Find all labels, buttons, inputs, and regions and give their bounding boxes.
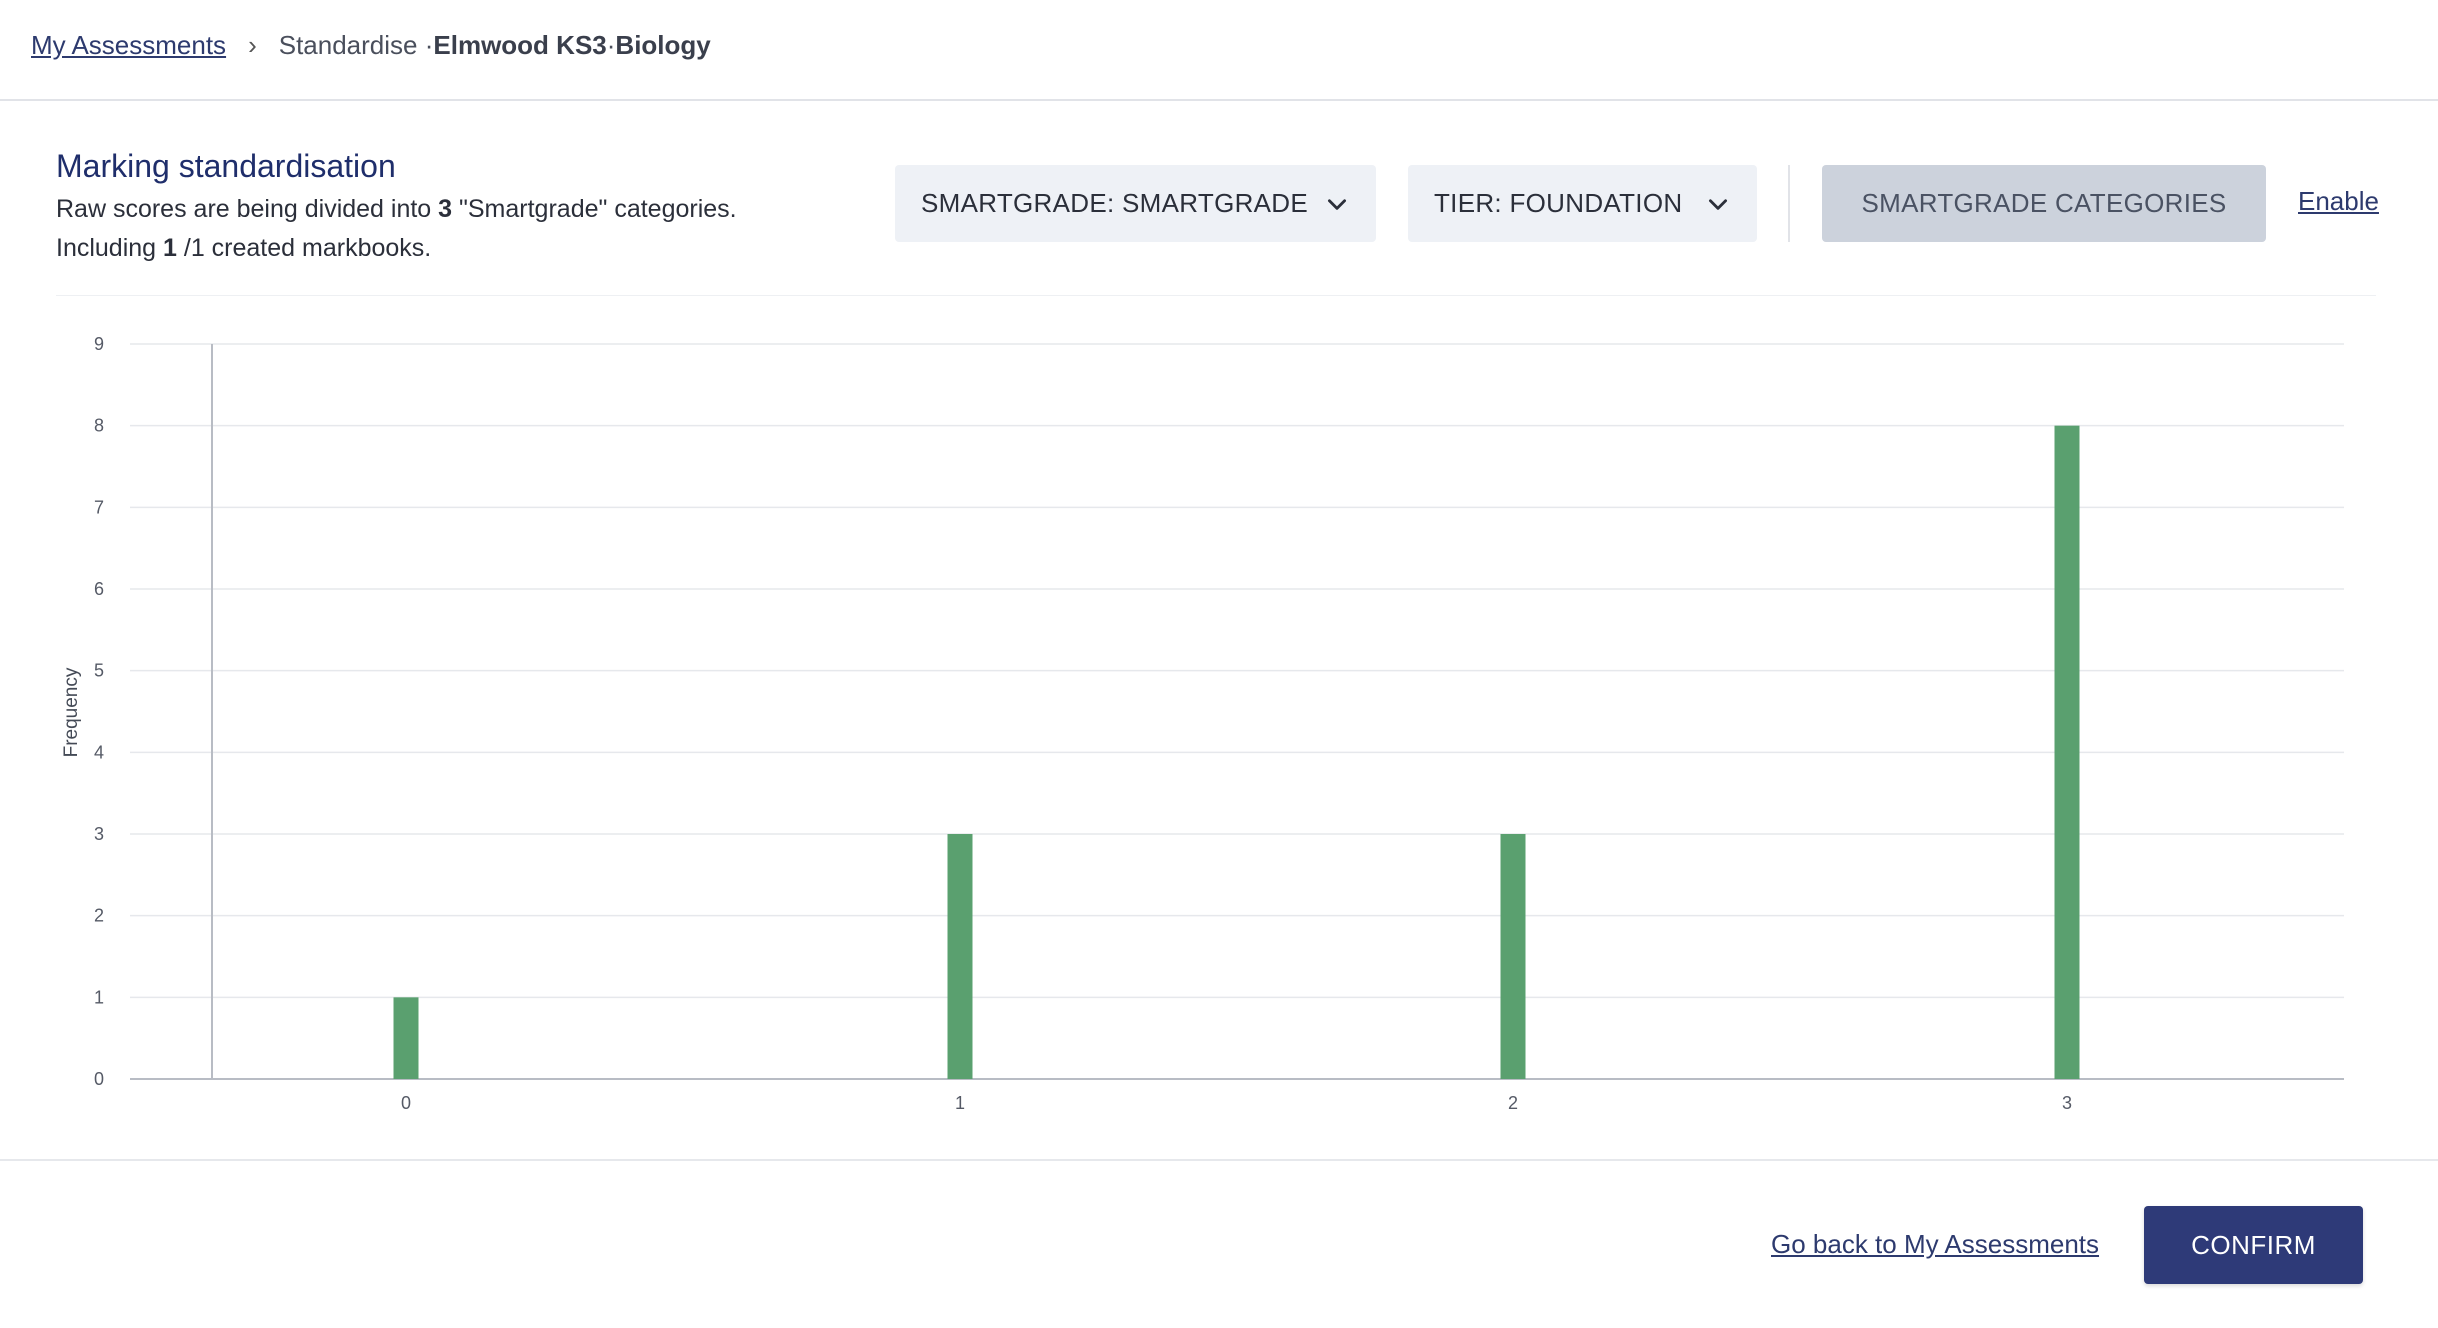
enable-link[interactable]: Enable	[2298, 186, 2379, 217]
top-bar: My Assessments › Standardise · Elmwood K…	[0, 0, 2438, 101]
breadcrumb-subject: Biology	[615, 30, 711, 60]
description-line-1: Raw scores are being divided into 3 "Sma…	[56, 190, 737, 229]
y-tick-label: 4	[94, 742, 104, 762]
tier-dropdown-label: TIER: FOUNDATION	[1434, 188, 1683, 218]
y-tick-label: 0	[94, 1069, 104, 1089]
y-tick-label: 8	[94, 416, 104, 436]
go-back-link[interactable]: Go back to My Assessments	[1771, 1229, 2099, 1260]
confirm-button[interactable]: CONFIRM	[2144, 1206, 2363, 1284]
bar-3	[2054, 425, 2080, 1080]
bar-1	[947, 834, 973, 1079]
smartgrade-dropdown[interactable]: SMARTGRADE: SMARTGRADE	[895, 165, 1376, 242]
y-tick-label: 1	[94, 987, 104, 1007]
y-tick-label: 3	[94, 824, 104, 844]
breadcrumb: My Assessments › Standardise · Elmwood K…	[31, 28, 711, 62]
x-tick-label: 3	[2062, 1093, 2072, 1113]
y-tick-label: 7	[94, 497, 104, 517]
my-assessments-link[interactable]: My Assessments	[31, 28, 226, 62]
description-text: /1 created markbooks.	[176, 234, 432, 262]
x-tick-label: 0	[401, 1093, 411, 1113]
divider	[56, 295, 2376, 296]
divider	[1788, 165, 1790, 242]
y-tick-label: 2	[94, 906, 104, 926]
description-text: "Smartgrade" categories.	[452, 195, 737, 223]
category-count: 3	[438, 195, 453, 223]
markbook-count: 1	[163, 234, 177, 262]
y-axis-title: Frequency	[61, 667, 82, 757]
bar-2	[1500, 834, 1526, 1079]
y-tick-label: 6	[94, 579, 104, 599]
x-tick-label: 1	[955, 1093, 965, 1113]
panel-description: Raw scores are being divided into 3 "Sma…	[56, 190, 737, 268]
breadcrumb-prefix: Standardise ·	[278, 30, 434, 60]
y-tick-label: 5	[94, 661, 104, 681]
description-line-2: Including 1 /1 created markbooks.	[56, 229, 737, 268]
chevron-right-icon: ›	[248, 30, 257, 60]
smartgrade-categories-button[interactable]: SMARTGRADE CATEGORIES	[1822, 165, 2266, 242]
tier-dropdown[interactable]: TIER: FOUNDATION	[1408, 165, 1757, 242]
bar-0	[393, 997, 419, 1079]
frequency-bar-chart: 0 1 2 3 4 5 6 7 8 9 0 1 2 3 Frequency	[61, 334, 2344, 1113]
x-tick-label: 2	[1508, 1093, 1518, 1113]
y-tick-label: 9	[94, 334, 104, 354]
breadcrumb-school: Elmwood KS3	[433, 30, 607, 60]
chevron-down-icon	[1709, 198, 1727, 210]
description-text: Including	[56, 234, 164, 262]
smartgrade-dropdown-label: SMARTGRADE: SMARTGRADE	[921, 188, 1309, 218]
page-title: Marking standardisation	[56, 148, 396, 184]
breadcrumb-dot: ·	[606, 30, 616, 60]
description-text: Raw scores are being divided into	[56, 195, 439, 223]
footer-divider	[0, 1159, 2438, 1161]
chevron-down-icon	[1328, 198, 1346, 210]
